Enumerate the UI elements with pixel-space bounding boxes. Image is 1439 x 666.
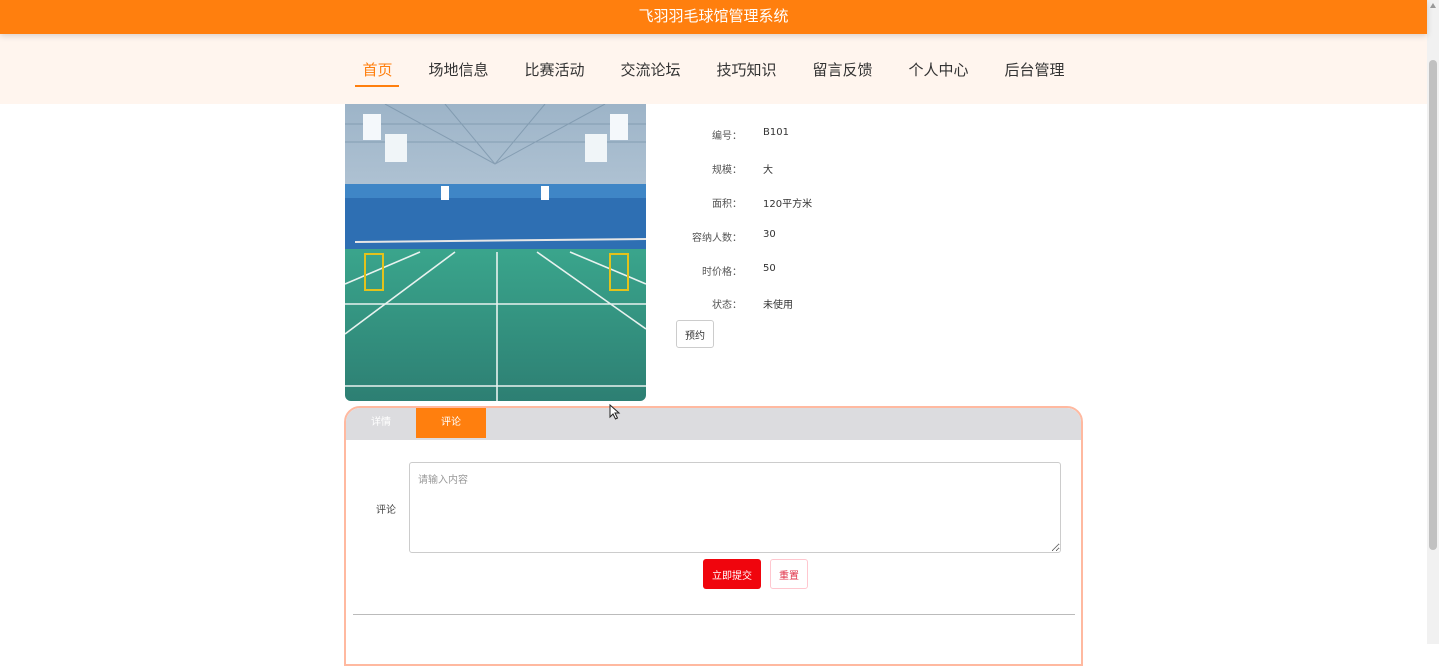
- tab-bar: 详情 评论: [346, 408, 1081, 440]
- info-value: 120平方米: [763, 199, 813, 210]
- scroll-thumb[interactable]: [1429, 60, 1437, 550]
- info-value: B101: [763, 127, 789, 138]
- nav-item-venues[interactable]: 场地信息: [421, 55, 495, 84]
- tab-details[interactable]: 详情: [346, 408, 416, 438]
- info-row-area: 面积： 120平方米: [676, 195, 1076, 215]
- nav-item-admin[interactable]: 后台管理: [998, 55, 1072, 84]
- info-label: 状态：: [712, 300, 742, 311]
- divider: [353, 614, 1075, 615]
- info-row-capacity: 容纳人数： 30: [676, 229, 1076, 249]
- comment-input[interactable]: [409, 462, 1061, 553]
- info-value: 30: [763, 229, 776, 240]
- info-label: 面积：: [712, 199, 742, 210]
- info-label: 时价格：: [702, 267, 742, 278]
- info-row-code: 编号： B101: [676, 127, 1076, 147]
- info-label: 规模：: [712, 165, 742, 176]
- reset-button[interactable]: 重置: [770, 559, 808, 589]
- nav-item-tips[interactable]: 技巧知识: [710, 55, 784, 84]
- info-value: 未使用: [763, 300, 793, 311]
- info-label: 编号：: [712, 131, 742, 142]
- mouse-cursor-icon: [609, 403, 621, 424]
- info-label: 容纳人数：: [692, 233, 742, 244]
- main-nav: 首页 场地信息 比赛活动 交流论坛 技巧知识 留言反馈 个人中心 后台管理: [0, 34, 1427, 104]
- detail-comment-panel: 详情 评论 评论 立即提交 重置: [344, 406, 1083, 666]
- nav-item-competitions[interactable]: 比赛活动: [517, 55, 591, 84]
- nav-item-profile[interactable]: 个人中心: [902, 55, 976, 84]
- tab-comments[interactable]: 评论: [416, 408, 486, 438]
- info-row-status: 状态： 未使用: [676, 296, 1076, 316]
- info-value: 大: [763, 165, 773, 176]
- court-image: [345, 104, 646, 401]
- info-value: 50: [763, 263, 776, 274]
- info-row-scale: 规模： 大: [676, 161, 1076, 181]
- scroll-up-arrow-icon[interactable]: [1430, 3, 1436, 8]
- submit-button[interactable]: 立即提交: [703, 559, 761, 589]
- nav-item-feedback[interactable]: 留言反馈: [806, 55, 880, 84]
- app-title: 飞羽羽毛球馆管理系统: [0, 0, 1427, 34]
- nav-item-forum[interactable]: 交流论坛: [613, 55, 687, 84]
- page-scrollbar[interactable]: [1427, 0, 1439, 644]
- book-button[interactable]: 预约: [676, 320, 714, 348]
- info-row-price: 时价格： 50: [676, 263, 1076, 283]
- comment-label: 评论: [376, 505, 396, 516]
- nav-item-home[interactable]: 首页: [355, 55, 400, 87]
